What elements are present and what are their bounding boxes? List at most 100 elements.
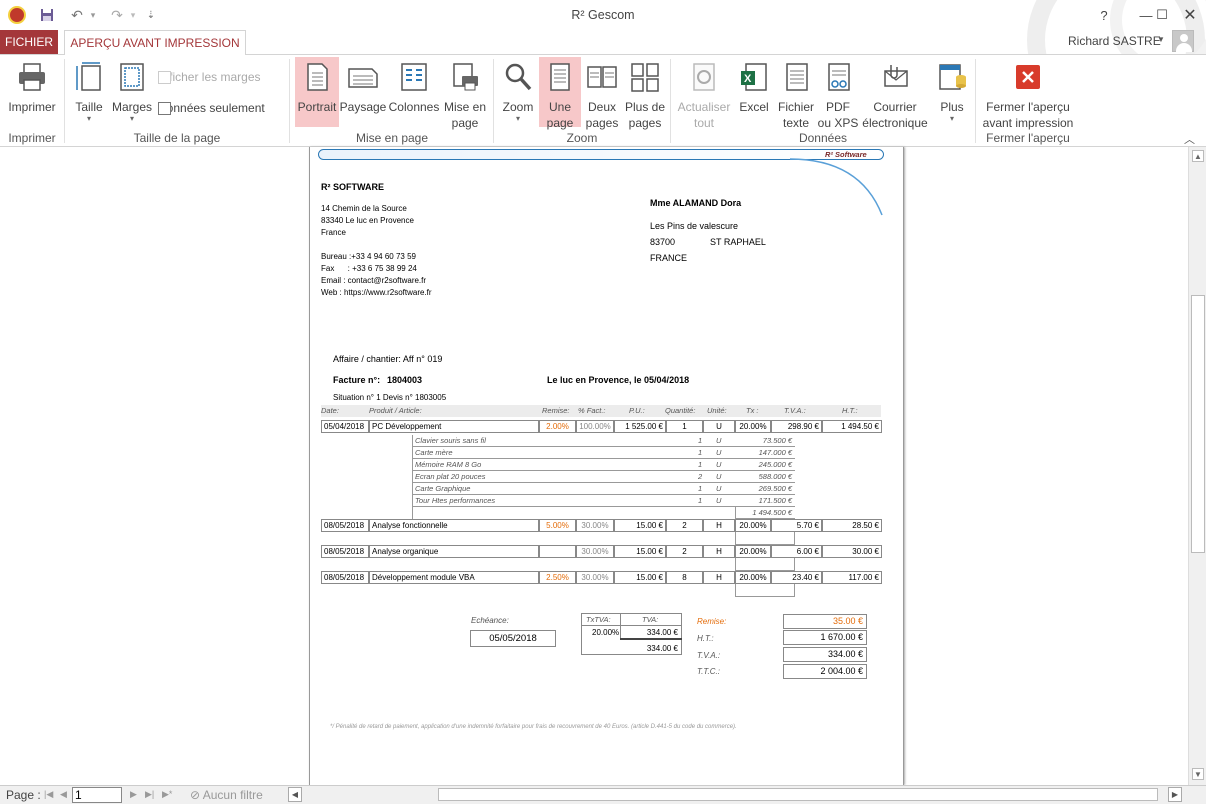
user-dropdown-icon[interactable]: ▼ bbox=[1157, 35, 1165, 44]
tab-apercu-avant-impression[interactable]: APERÇU AVANT IMPRESSION bbox=[64, 30, 246, 55]
row-spacer bbox=[735, 558, 795, 571]
avatar[interactable] bbox=[1172, 30, 1194, 52]
first-page-icon[interactable]: |◀ bbox=[44, 789, 53, 800]
page-number-input[interactable] bbox=[72, 787, 122, 803]
une-page-button[interactable]: Une page bbox=[539, 57, 581, 130]
situation: Situation n° 1 Devis n° 1803005 bbox=[333, 393, 447, 402]
help-button[interactable]: ? bbox=[1092, 4, 1116, 26]
horizontal-scrollbar[interactable]: ◀ ▶ bbox=[288, 787, 1188, 803]
plus-de-pages-button[interactable]: Plus de pages bbox=[623, 57, 667, 131]
title-bar: ↶ ▾ ↷ ▾ ⇣ R² Gescom ? — ☐ ✕ bbox=[0, 0, 1206, 129]
text-file-icon bbox=[780, 61, 812, 93]
new-record-icon[interactable]: ▶* bbox=[162, 789, 172, 800]
last-page-icon[interactable]: ▶| bbox=[145, 789, 154, 800]
affaire: Affaire / chantier: Aff n° 019 bbox=[333, 354, 443, 364]
ht-label: H.T.: bbox=[697, 634, 714, 643]
group-separator bbox=[975, 59, 976, 143]
ttc-label: T.T.C.: bbox=[697, 667, 720, 676]
group-separator bbox=[64, 59, 65, 143]
sublines-block: Clavier souris sans fil 1 U 73.500 € Car… bbox=[412, 435, 795, 520]
multiple-pages-icon bbox=[629, 61, 661, 93]
client-city: ST RAPHAEL bbox=[710, 237, 766, 247]
afficher-marges-checkbox[interactable]: Afficher les marges bbox=[158, 70, 261, 84]
scroll-thumb[interactable] bbox=[438, 788, 1158, 801]
facture-number: 1804003 bbox=[387, 375, 423, 385]
collapse-ribbon-icon[interactable]: ︿ bbox=[1184, 131, 1195, 147]
group-separator bbox=[493, 59, 494, 143]
svg-text:X: X bbox=[744, 73, 752, 85]
user-name[interactable]: Richard SASTRE bbox=[1068, 34, 1161, 48]
close-preview-icon bbox=[1012, 61, 1044, 93]
ttc-total: 2 004.00 € bbox=[783, 664, 867, 679]
taille-button[interactable]: Taille ▾ bbox=[70, 57, 108, 123]
columns-icon bbox=[398, 61, 430, 93]
magnifier-icon bbox=[502, 61, 534, 93]
list-item: Clavier souris sans fil 1 U 73.500 € bbox=[413, 435, 795, 447]
company-address-1: 14 Chemin de la Source bbox=[321, 204, 407, 213]
portrait-page-icon bbox=[301, 61, 333, 93]
remise-total: 35.00 € bbox=[783, 614, 867, 629]
company-name: R² SOFTWARE bbox=[321, 182, 384, 192]
company-address-2: 83340 Le luc en Provence bbox=[321, 216, 414, 225]
client-name: Mme ALAMAND Dora bbox=[650, 198, 742, 208]
scroll-up-icon[interactable]: ▲ bbox=[1192, 150, 1204, 162]
fermer-apercu-button[interactable]: Fermer l'aperçu avant impression bbox=[980, 57, 1076, 131]
ribbon: Imprimer Imprimer Taille ▾ Marges ▾ Affi… bbox=[0, 54, 1206, 147]
more-export-icon bbox=[936, 61, 968, 93]
client-country: FRANCE bbox=[650, 253, 688, 263]
group-label-imprimer: Imprimer bbox=[8, 131, 56, 145]
sublines-total: 1 494.500 € bbox=[735, 507, 795, 519]
print-button[interactable]: Imprimer bbox=[4, 57, 60, 115]
tva-summary-table: TxTVA: TVA: 20.00% 334.00 € 334.00 € bbox=[581, 613, 682, 655]
scroll-down-icon[interactable]: ▼ bbox=[1192, 768, 1204, 780]
colonnes-button[interactable]: Colonnes bbox=[388, 57, 440, 115]
client-address: Les Pins de valescure bbox=[650, 221, 739, 231]
list-item: Mémoire RAM 8 Go 1 U 245.000 € bbox=[413, 459, 795, 471]
two-pages-icon bbox=[586, 61, 618, 93]
portrait-button[interactable]: Portrait bbox=[295, 57, 339, 127]
printer-icon bbox=[16, 61, 48, 93]
deux-pages-button[interactable]: Deux pages bbox=[582, 57, 622, 131]
courrier-electronique-button[interactable]: Courrier électronique bbox=[860, 57, 930, 131]
place-date: Le luc en Provence, le 05/04/2018 bbox=[547, 375, 690, 385]
company-fax: Fax : +33 6 75 38 99 24 bbox=[321, 264, 417, 273]
tva-total: 334.00 € bbox=[783, 647, 867, 662]
prev-page-icon[interactable]: ◀ bbox=[60, 789, 67, 800]
group-label-fermer: Fermer l'aperçu bbox=[986, 131, 1070, 145]
close-button[interactable]: ✕ bbox=[1178, 4, 1202, 26]
next-page-icon[interactable]: ▶ bbox=[130, 789, 137, 800]
group-separator bbox=[289, 59, 290, 143]
list-item: Tour Htes performances 1 U 171.500 € bbox=[413, 495, 795, 507]
mise-en-page-button[interactable]: Mise en page bbox=[441, 57, 489, 131]
row-spacer bbox=[735, 584, 795, 597]
margins-icon bbox=[116, 61, 148, 93]
filter-status[interactable]: ⊘ Aucun filtre bbox=[190, 788, 263, 802]
fichier-texte-button[interactable]: Fichier texte bbox=[775, 57, 817, 131]
zoom-button[interactable]: Zoom ▾ bbox=[497, 57, 539, 123]
vertical-scrollbar[interactable]: ▲ ▼ bbox=[1188, 147, 1206, 785]
donnees-seulement-checkbox[interactable]: Données seulement bbox=[158, 101, 265, 115]
plus-button[interactable]: Plus ▾ bbox=[933, 57, 971, 123]
scroll-thumb[interactable] bbox=[1191, 295, 1205, 553]
company-web: Web : https://www.r2software.fr bbox=[321, 288, 432, 297]
maximize-button[interactable]: ☐ bbox=[1150, 4, 1174, 26]
scroll-left-icon[interactable]: ◀ bbox=[288, 787, 302, 802]
echeance-label: Echéance: bbox=[471, 616, 509, 625]
tab-fichier[interactable]: FICHIER bbox=[0, 30, 58, 54]
echeance-value: 05/05/2018 bbox=[470, 630, 556, 647]
pdf-xps-button[interactable]: PDF ou XPS bbox=[817, 57, 859, 131]
pdf-icon bbox=[822, 61, 854, 93]
group-label-mise-en-page: Mise en page bbox=[355, 131, 429, 145]
marges-button[interactable]: Marges ▾ bbox=[110, 57, 154, 123]
excel-export-button[interactable]: X Excel bbox=[735, 57, 773, 115]
page-label: Page : bbox=[6, 788, 41, 802]
header-swoosh bbox=[790, 158, 883, 216]
group-label-zoom: Zoom bbox=[566, 131, 598, 145]
paysage-button[interactable]: Paysage bbox=[340, 57, 386, 115]
status-bar: Page : |◀ ◀ ▶ ▶| ▶* ⊘ Aucun filtre ◀ ▶ bbox=[0, 785, 1206, 804]
remise-label: Remise: bbox=[697, 617, 727, 626]
scroll-right-icon[interactable]: ▶ bbox=[1168, 787, 1182, 802]
facture-label: Facture n°: bbox=[333, 375, 381, 385]
page-size-icon bbox=[73, 61, 105, 93]
actualiser-tout-button[interactable]: Actualiser tout bbox=[675, 57, 733, 131]
